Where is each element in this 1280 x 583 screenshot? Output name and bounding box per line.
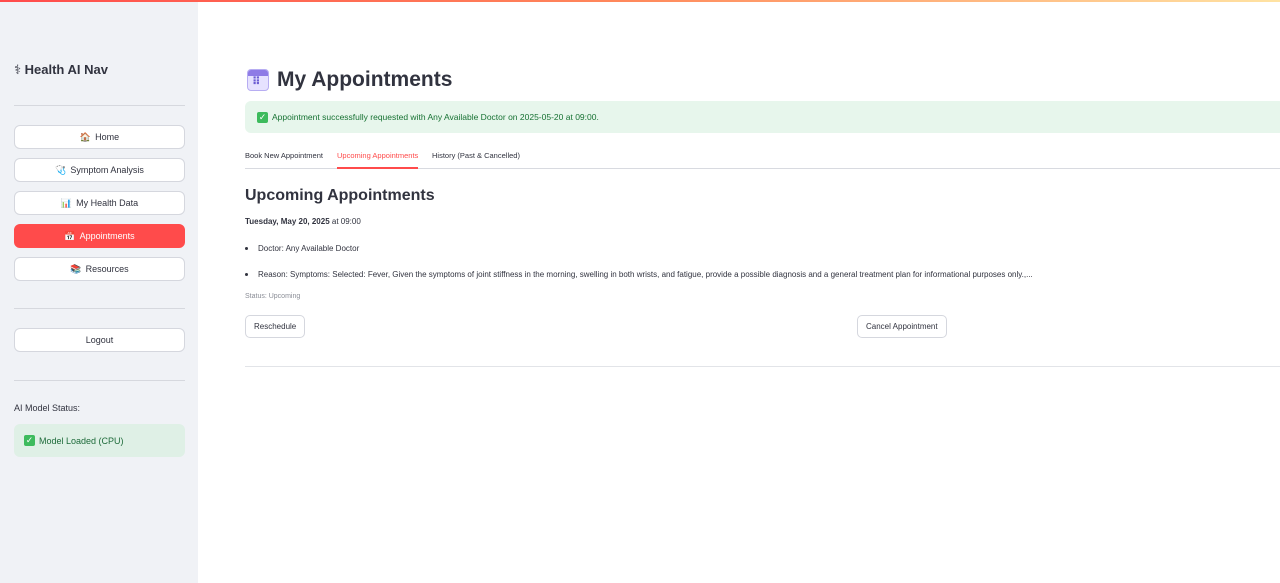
nav-label: Symptom Analysis	[70, 165, 144, 175]
appointment-doctor: Doctor: Any Available Doctor	[258, 244, 360, 253]
nav-label: Home	[95, 132, 120, 142]
list-item: Doctor: Any Available Doctor	[245, 244, 359, 253]
appointment-reason: Reason: Symptoms: Selected: Fever, Given…	[258, 270, 1033, 279]
house-icon: 🏠	[79, 131, 92, 142]
cancel-appointment-button[interactable]: Cancel Appointment	[857, 315, 947, 338]
stethoscope-icon: 🩺	[55, 164, 67, 175]
sidebar-divider	[14, 308, 185, 309]
model-status-label: AI Model Status:	[14, 403, 81, 413]
appointment-date: Tuesday, May 20, 2025	[245, 217, 330, 226]
page-title: My Appointments	[247, 68, 452, 92]
calendar-icon: 📅	[64, 230, 76, 241]
logout-button[interactable]: Logout	[14, 328, 185, 352]
nav-resources-button[interactable]: 📚 Resources	[14, 257, 185, 281]
appointment-time: at 09:00	[331, 217, 361, 226]
check-icon: ✓	[257, 111, 268, 123]
app-brand: ⚕ Health AI Nav	[14, 62, 108, 77]
tab-book-new[interactable]: Book New Appointment	[245, 151, 323, 169]
nav-health-data-button[interactable]: 📊 My Health Data	[14, 191, 185, 215]
nav-symptom-analysis-button[interactable]: 🩺 Symptom Analysis	[14, 158, 185, 182]
model-status-box: ✓ Model Loaded (CPU)	[14, 424, 185, 457]
calendar-icon	[247, 69, 269, 91]
list-item: Reason: Symptoms: Selected: Fever, Given…	[245, 270, 1033, 279]
appointment-datetime: Tuesday, May 20, 2025 at 09:00	[245, 217, 361, 226]
nav-appointments-button[interactable]: 📅 Appointments	[14, 224, 185, 248]
main-content: My Appointments ✓ Appointment successful…	[198, 2, 1280, 583]
sidebar-divider	[14, 380, 185, 381]
books-icon: 📚	[70, 263, 82, 274]
nav-label: Resources	[85, 264, 129, 274]
bullet-icon	[245, 273, 248, 276]
section-title: Upcoming Appointments	[245, 187, 435, 204]
sidebar-divider	[14, 105, 185, 106]
bullet-icon	[245, 247, 248, 250]
sidebar: ⚕ Health AI Nav 🏠 Home 🩺 Symptom Analysi…	[0, 2, 198, 583]
success-alert: ✓ Appointment successfully requested wit…	[245, 101, 1280, 133]
nav-label: Appointments	[79, 231, 135, 241]
chart-icon: 📊	[60, 197, 73, 208]
page-title-text: My Appointments	[277, 68, 453, 91]
appointment-status: Status: Upcoming	[245, 293, 301, 300]
nav-home-button[interactable]: 🏠 Home	[14, 125, 185, 149]
check-icon: ✓	[24, 435, 35, 446]
model-status-value: Model Loaded (CPU)	[39, 435, 124, 446]
success-alert-text: Appointment successfully requested with …	[272, 112, 599, 122]
section-divider	[245, 366, 1280, 367]
nav-label: My Health Data	[76, 198, 139, 208]
reschedule-button[interactable]: Reschedule	[245, 315, 306, 338]
logout-label: Logout	[85, 335, 114, 345]
tab-history[interactable]: History (Past & Cancelled)	[432, 151, 520, 169]
tab-upcoming[interactable]: Upcoming Appointments	[337, 151, 419, 169]
tab-bar: Book New Appointment Upcoming Appointmen…	[245, 145, 1280, 169]
